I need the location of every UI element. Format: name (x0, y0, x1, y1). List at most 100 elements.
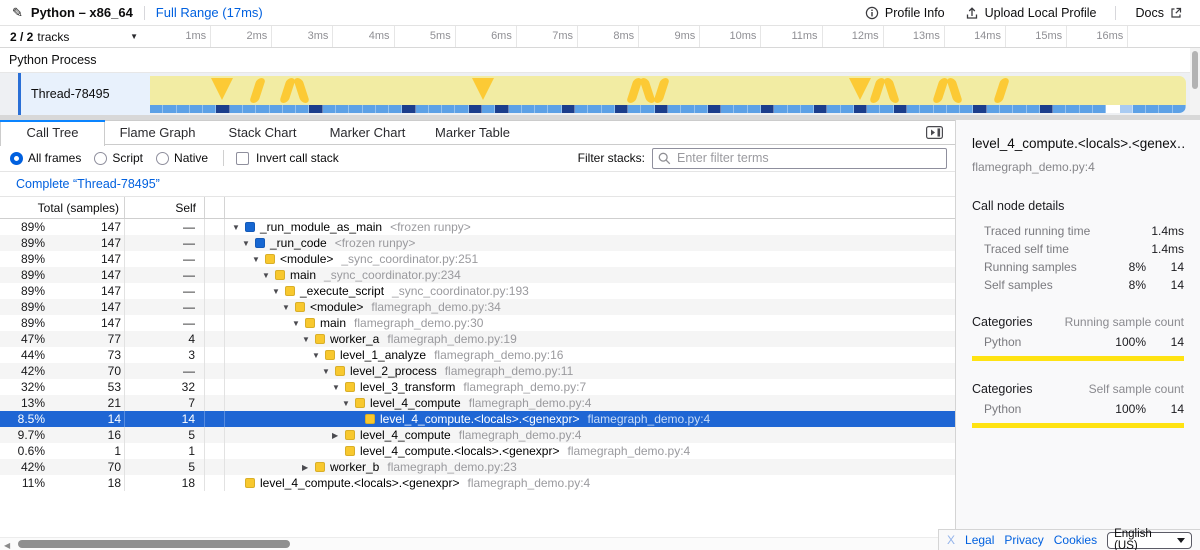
expander-closed-icon[interactable]: ▶ (332, 431, 345, 440)
profile-info-button[interactable]: Profile Info (865, 6, 945, 20)
tab-marker-table[interactable]: Marker Table (420, 120, 525, 144)
cell-spacer (205, 331, 225, 347)
metric-value: 1.4ms (1146, 242, 1184, 256)
column-total-header[interactable]: Total (samples) (0, 197, 125, 218)
thread-activity-graph[interactable] (150, 76, 1186, 113)
horizontal-scrollbar[interactable]: ◀ (0, 537, 955, 550)
category-count-label: Running sample count (1065, 315, 1184, 329)
expander-open-icon[interactable]: ▼ (332, 383, 345, 392)
invert-call-stack-checkbox[interactable] (236, 152, 249, 165)
table-row[interactable]: 9.7%165▶level_4_computeflamegraph_demo.p… (0, 427, 955, 443)
tracks-vertical-scrollbar[interactable] (1190, 48, 1200, 115)
metric-value: 1.4ms (1146, 224, 1184, 238)
function-name: main (290, 268, 316, 282)
cell-total-percent: 9.7% (0, 428, 48, 442)
activity-area (150, 76, 1186, 105)
cell-total-samples: 77 (48, 331, 125, 347)
radio-script[interactable] (94, 152, 107, 165)
cell-function: ▼_execute_script_sync_coordinator.py:193 (225, 284, 955, 298)
expander-open-icon[interactable]: ▼ (322, 367, 335, 376)
table-row[interactable]: 89%147—▼mainflamegraph_demo.py:30 (0, 315, 955, 331)
radio-all-frames[interactable] (10, 152, 23, 165)
vertical-scrollbar-thumb[interactable] (1192, 51, 1198, 89)
tab-marker-chart[interactable]: Marker Chart (315, 120, 420, 144)
track-thread[interactable]: Thread-78495 (0, 73, 1190, 115)
expander-open-icon[interactable]: ▼ (272, 287, 285, 296)
category-header: CategoriesSelf sample count (972, 382, 1184, 396)
sample-cell (429, 105, 442, 113)
tab-call-tree[interactable]: Call Tree (0, 120, 105, 146)
privacy-link[interactable]: Privacy (1004, 533, 1043, 547)
column-self-header[interactable]: Self (125, 197, 205, 218)
radio-script-label[interactable]: Script (112, 151, 143, 165)
sample-cell (934, 105, 947, 113)
radio-native-label[interactable]: Native (174, 151, 208, 165)
table-row[interactable]: 8.5%1414▼level_4_compute.<locals>.<genex… (0, 411, 955, 427)
tracks-count: 2 / 2 tracks ▼ (0, 26, 150, 47)
edit-profile-name-icon[interactable]: ✎ (12, 5, 23, 21)
expander-closed-icon[interactable]: ▶ (302, 463, 315, 472)
table-row[interactable]: 89%147—▼_execute_script_sync_coordinator… (0, 283, 955, 299)
sample-cell (615, 105, 628, 113)
full-range-button[interactable]: Full Range (17ms) (156, 5, 263, 20)
expander-open-icon[interactable]: ▼ (242, 239, 255, 248)
function-name: level_4_compute.<locals>.<genexpr> (360, 444, 559, 458)
cell-total-percent: 89% (0, 268, 48, 282)
function-name: level_3_transform (360, 380, 455, 394)
invert-call-stack-label[interactable]: Invert call stack (256, 151, 339, 165)
tracks-dropdown-caret-icon[interactable]: ▼ (130, 32, 138, 41)
cell-total-percent: 89% (0, 220, 48, 234)
python-frame-icon (345, 382, 355, 392)
activity-spike (472, 78, 494, 100)
sample-cell (548, 105, 561, 113)
radio-native[interactable] (156, 152, 169, 165)
scroll-left-arrow-icon[interactable]: ◀ (4, 541, 10, 550)
sample-cell (283, 105, 296, 113)
horizontal-scrollbar-thumb[interactable] (18, 540, 290, 548)
table-row[interactable]: 89%147—▼main_sync_coordinator.py:234 (0, 267, 955, 283)
sample-cell (1053, 105, 1066, 113)
expander-open-icon[interactable]: ▼ (232, 223, 245, 232)
expander-open-icon[interactable]: ▼ (292, 319, 305, 328)
native-frame-icon (245, 222, 255, 232)
breadcrumb[interactable]: Complete “Thread-78495” (16, 177, 160, 191)
expander-open-icon[interactable]: ▼ (302, 335, 315, 344)
ruler-tick-filler (1128, 26, 1189, 47)
expander-open-icon[interactable]: ▼ (312, 351, 325, 360)
language-select[interactable]: English (US) (1107, 532, 1192, 549)
table-row[interactable]: 89%147—▼_run_module_as_main<frozen runpy… (0, 219, 955, 235)
track-python-process[interactable]: Python Process (0, 48, 1190, 73)
function-file: flamegraph_demo.py:16 (434, 348, 563, 362)
cell-self: — (125, 299, 205, 315)
table-row[interactable]: 32%5332▼level_3_transformflamegraph_demo… (0, 379, 955, 395)
table-row[interactable]: 0.6%11▼level_4_compute.<locals>.<genexpr… (0, 443, 955, 459)
table-row[interactable]: 42%70—▼level_2_processflamegraph_demo.py… (0, 363, 955, 379)
table-row[interactable]: 89%147—▼<module>_sync_coordinator.py:251 (0, 251, 955, 267)
table-row[interactable]: 44%733▼level_1_analyzeflamegraph_demo.py… (0, 347, 955, 363)
cookies-link[interactable]: Cookies (1054, 533, 1097, 547)
table-row[interactable]: 11%1818▼level_4_compute.<locals>.<genexp… (0, 475, 955, 491)
table-row[interactable]: 89%147—▼<module>flamegraph_demo.py:34 (0, 299, 955, 315)
expander-open-icon[interactable]: ▼ (262, 271, 275, 280)
radio-all-frames-label[interactable]: All frames (28, 151, 81, 165)
cell-self: — (125, 251, 205, 267)
x-social-link[interactable]: X (947, 533, 955, 547)
legal-link[interactable]: Legal (965, 533, 994, 547)
filter-input[interactable] (652, 148, 947, 169)
cell-function: ▶level_4_computeflamegraph_demo.py:4 (225, 428, 955, 442)
tab-stack-chart[interactable]: Stack Chart (210, 120, 315, 144)
expander-open-icon[interactable]: ▼ (252, 255, 265, 264)
table-row[interactable]: 42%705▶worker_bflamegraph_demo.py:23 (0, 459, 955, 475)
sidebar-toggle-button[interactable] (926, 126, 943, 139)
expander-open-icon[interactable]: ▼ (282, 303, 295, 312)
sample-cell (907, 105, 920, 113)
ruler-tick: 2ms (211, 26, 272, 47)
tab-flame-graph[interactable]: Flame Graph (105, 120, 210, 144)
table-row[interactable]: 89%147—▼_run_code<frozen runpy> (0, 235, 955, 251)
table-row[interactable]: 47%774▼worker_aflamegraph_demo.py:19 (0, 331, 955, 347)
category-count-label: Self sample count (1089, 382, 1184, 396)
table-row[interactable]: 13%217▼level_4_computeflamegraph_demo.py… (0, 395, 955, 411)
docs-link[interactable]: Docs (1136, 6, 1188, 20)
expander-open-icon[interactable]: ▼ (342, 399, 355, 408)
upload-profile-button[interactable]: Upload Local Profile (965, 6, 1097, 20)
